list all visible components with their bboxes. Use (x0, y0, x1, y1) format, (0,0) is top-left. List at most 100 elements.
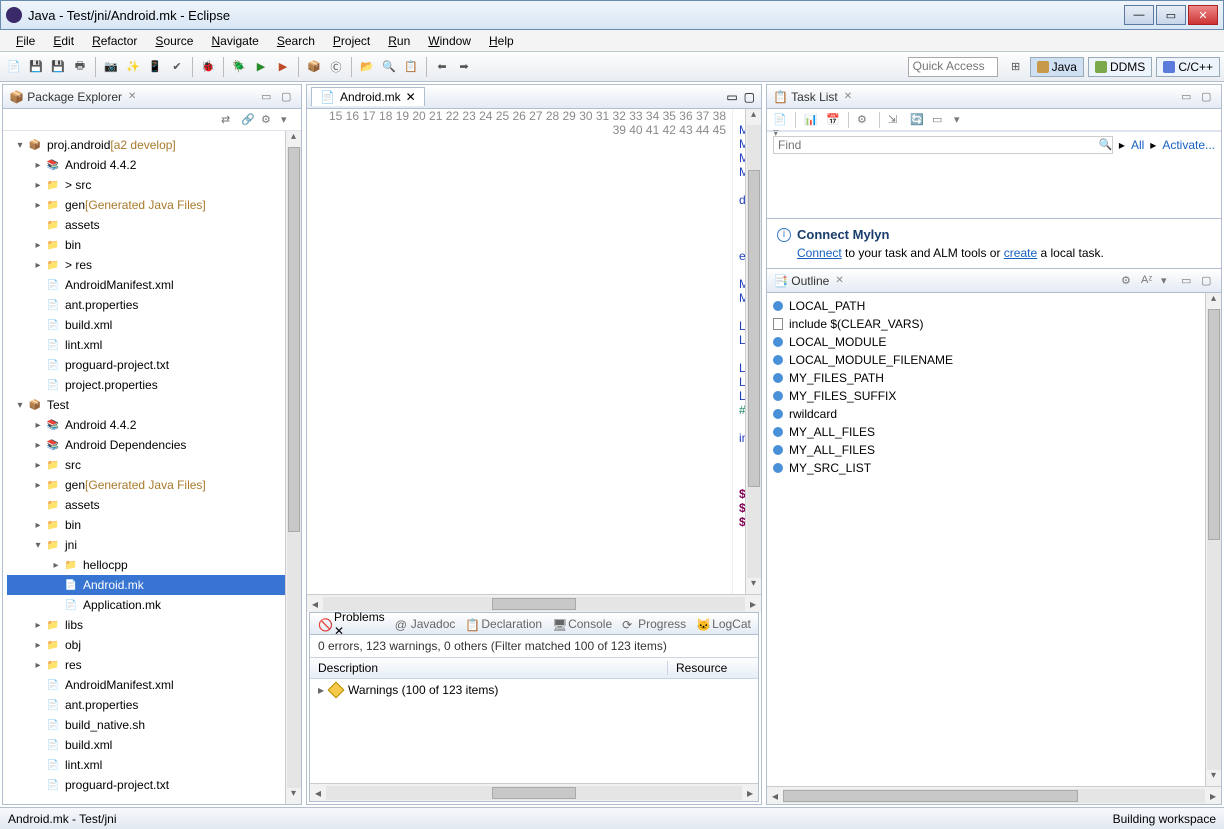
categorize-icon[interactable]: 📊 (804, 113, 818, 127)
ext-run-icon[interactable]: ▶ (273, 57, 293, 77)
tree-node[interactable]: ▸📁bin (7, 515, 285, 535)
new-task-icon[interactable]: 📄▾ (773, 113, 787, 127)
az-icon[interactable]: Aᶻ (1141, 274, 1155, 288)
open-perspective-icon[interactable]: ⊞ (1006, 57, 1026, 77)
tree-node[interactable]: ▸📚Android Dependencies (7, 435, 285, 455)
tree-node[interactable]: ▸📁libs (7, 615, 285, 635)
filter-icon[interactable]: ⚙ (261, 113, 275, 127)
bottom-tab-problems[interactable]: 🚫Problems ✕ (318, 610, 385, 638)
col-resource[interactable]: Resource (668, 661, 758, 675)
save-all-icon[interactable]: 💾 (48, 57, 68, 77)
outline-item[interactable]: LOCAL_PATH (767, 297, 1205, 315)
tree-node[interactable]: ▾📦Test (7, 395, 285, 415)
lint-icon[interactable]: ✔ (167, 57, 187, 77)
save-icon[interactable]: 💾 (26, 57, 46, 77)
sort-icon[interactable]: ⚙ (1121, 274, 1135, 288)
task-icon[interactable]: 📋 (401, 57, 421, 77)
wand-icon[interactable]: ✨ (123, 57, 143, 77)
search-icon[interactable]: 🔍 (379, 57, 399, 77)
minimize-view-icon[interactable]: ▭ (1181, 90, 1195, 104)
hide-icon[interactable]: ▭ (932, 113, 946, 127)
tree-node[interactable]: 📄Application.mk (7, 595, 285, 615)
outline-item[interactable]: rwildcard (767, 405, 1205, 423)
package-tree[interactable]: ▾📦proj.android [a2 develop] ▸📚Android 4.4… (3, 131, 285, 804)
perspective-java[interactable]: Java (1030, 57, 1084, 77)
focus-icon[interactable]: ⚙ (857, 113, 871, 127)
view-menu-icon[interactable]: ▾ (281, 113, 295, 127)
tree-node[interactable]: 📄proguard-project.txt (7, 355, 285, 375)
run-icon[interactable]: ▶ (251, 57, 271, 77)
vscrollbar[interactable]: ▴▾ (285, 131, 301, 804)
minimize-button[interactable]: — (1124, 5, 1154, 25)
editor-hscrollbar[interactable]: ◂▸ (307, 594, 761, 612)
mylyn-create-link[interactable]: create (1004, 246, 1037, 260)
outline-hscrollbar[interactable]: ◂▸ (767, 786, 1221, 804)
col-description[interactable]: Description (310, 661, 668, 675)
tree-node[interactable]: 📄Android.mk (7, 575, 285, 595)
outline-item[interactable]: MY_ALL_FILES (767, 441, 1205, 459)
tree-node[interactable]: ▾📁jni (7, 535, 285, 555)
new-icon[interactable]: 📄 (4, 57, 24, 77)
chevron-right-icon[interactable]: ▸ (1119, 138, 1125, 152)
menu-file[interactable]: File (8, 32, 43, 50)
tree-node[interactable]: ▸📁> res (7, 255, 285, 275)
close-button[interactable]: ✕ (1188, 5, 1218, 25)
menu-search[interactable]: Search (269, 32, 323, 50)
close-icon[interactable]: ✕ (128, 91, 140, 103)
tree-node[interactable]: 📄build.xml (7, 315, 285, 335)
maximize-editor-icon[interactable]: ▢ (744, 90, 755, 104)
tree-node[interactable]: 📄project.properties (7, 375, 285, 395)
tree-node[interactable]: 📄build.xml (7, 735, 285, 755)
new-class-icon[interactable]: Ⓒ (326, 57, 346, 77)
tree-node[interactable]: ▾📦proj.android [a2 develop] (7, 135, 285, 155)
problems-table-header[interactable]: Description Resource (310, 657, 758, 679)
menu-help[interactable]: Help (481, 32, 522, 50)
editor-tab-android-mk[interactable]: 📄 Android.mk ✕ (311, 87, 425, 106)
bottom-tab-console[interactable]: 🖥Console (552, 617, 612, 631)
outline-item[interactable]: MY_FILES_SUFFIX (767, 387, 1205, 405)
schedule-icon[interactable]: 📅 (826, 113, 840, 127)
tree-node[interactable]: ▸📁obj (7, 635, 285, 655)
collapse-all-icon[interactable]: ⇄ (221, 113, 235, 127)
tree-node[interactable]: 📄lint.xml (7, 755, 285, 775)
task-activate-link[interactable]: Activate... (1162, 138, 1215, 152)
tree-node[interactable]: ▸📚Android 4.4.2 (7, 415, 285, 435)
close-tab-icon[interactable]: ✕ (406, 90, 416, 104)
expand-icon[interactable]: ▸ (318, 683, 324, 697)
task-find-input[interactable] (773, 136, 1113, 154)
tree-node[interactable]: ▸📁> src (7, 175, 285, 195)
tree-node[interactable]: 📄AndroidManifest.xml (7, 275, 285, 295)
editor-vscrollbar[interactable]: ▴▾ (745, 109, 761, 594)
collapse-icon[interactable]: ⇲ (888, 113, 902, 127)
tree-node[interactable]: 📄ant.properties (7, 695, 285, 715)
print-icon[interactable]: 🖶 (70, 57, 90, 77)
phone-icon[interactable]: 📱 (145, 57, 165, 77)
tree-node[interactable]: 📁assets (7, 215, 285, 235)
maximize-view-icon[interactable]: ▢ (281, 90, 295, 104)
debug-icon[interactable]: 🐞 (198, 57, 218, 77)
tree-node[interactable]: 📄lint.xml (7, 335, 285, 355)
sync-icon[interactable]: 🔄 (910, 113, 924, 127)
tree-node[interactable]: ▸📁res (7, 655, 285, 675)
outline-list[interactable]: LOCAL_PATHinclude $(CLEAR_VARS)LOCAL_MOD… (767, 293, 1205, 786)
tree-node[interactable]: 📁assets (7, 495, 285, 515)
maximize-view-icon[interactable]: ▢ (1201, 274, 1215, 288)
tree-node[interactable]: 📄AndroidManifest.xml (7, 675, 285, 695)
close-icon[interactable]: ✕ (835, 275, 847, 287)
camera-icon[interactable]: 📷 (101, 57, 121, 77)
bottom-tab-progress[interactable]: ⟳Progress (622, 617, 686, 631)
open-type-icon[interactable]: 📂 (357, 57, 377, 77)
search-icon[interactable]: 🔍 (1099, 138, 1113, 152)
minimize-editor-icon[interactable]: ▭ (726, 90, 737, 104)
perspective-cc[interactable]: C/C++ (1156, 57, 1220, 77)
outline-item[interactable]: MY_SRC_LIST (767, 459, 1205, 477)
minimize-view-icon[interactable]: ▭ (261, 90, 275, 104)
perspective-ddms[interactable]: DDMS (1088, 57, 1152, 77)
menu-window[interactable]: Window (420, 32, 479, 50)
mylyn-connect-link[interactable]: Connect (797, 246, 842, 260)
tree-node[interactable]: ▸📁src (7, 455, 285, 475)
menu-navigate[interactable]: Navigate (203, 32, 266, 50)
chevron-right-icon[interactable]: ▸ (1150, 138, 1156, 152)
tree-node[interactable]: ▸📁gen [Generated Java Files] (7, 475, 285, 495)
editor-area[interactable]: 15 16 17 18 19 20 21 22 23 24 25 26 27 2… (307, 109, 745, 594)
